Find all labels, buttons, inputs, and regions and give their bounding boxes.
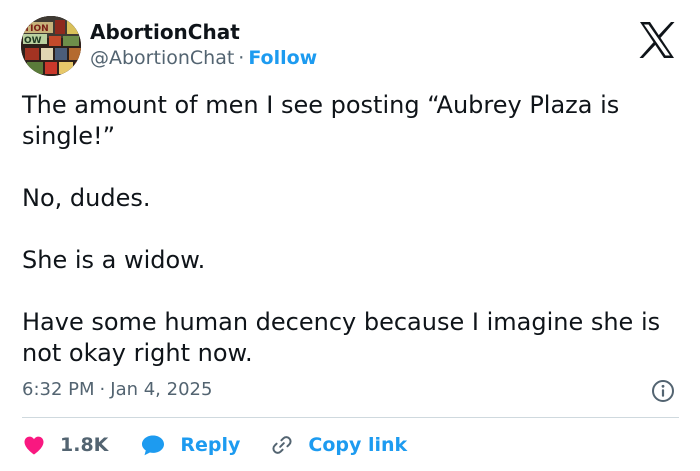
copy-link-label: Copy link xyxy=(308,434,408,456)
reply-button[interactable]: Reply xyxy=(140,433,240,457)
action-bar: 1.8K Reply Copy link xyxy=(22,430,407,460)
account-handle[interactable]: @AbortionChat xyxy=(90,47,234,69)
tweet-paragraph: She is a widow. xyxy=(22,246,206,274)
reply-label: Reply xyxy=(180,434,241,456)
timestamp[interactable]: 6:32 PM · Jan 4, 2025 xyxy=(22,379,212,400)
tweet-embed-card: TION OW AbortionChat @AbortionChat · Follo… xyxy=(0,0,700,471)
account-name[interactable]: AbortionChat xyxy=(90,20,240,44)
like-button[interactable]: 1.8K xyxy=(22,433,108,457)
info-icon[interactable] xyxy=(651,379,675,403)
avatar-text-top: TION xyxy=(24,24,49,34)
avatar[interactable]: TION OW xyxy=(21,16,81,76)
heart-icon xyxy=(22,433,60,457)
handle-line: @AbortionChat · Follow xyxy=(90,47,317,69)
avatar-text-bottom: OW xyxy=(24,36,42,46)
tweet-paragraph: No, dudes. xyxy=(22,184,151,212)
link-icon xyxy=(270,433,308,457)
x-logo-icon[interactable] xyxy=(635,18,679,62)
divider xyxy=(22,417,679,418)
tweet-text: The amount of men I see posting “Aubrey … xyxy=(22,90,682,369)
tweet-date: Jan 4, 2025 xyxy=(110,379,213,400)
handle-separator: · xyxy=(238,47,245,69)
speech-bubble-icon xyxy=(140,433,180,457)
tweet-paragraph: Have some human decency because I imagin… xyxy=(22,308,661,367)
likes-count: 1.8K xyxy=(60,434,109,456)
date-separator: · xyxy=(99,379,106,400)
tweet-time: 6:32 PM xyxy=(22,379,95,400)
follow-button[interactable]: Follow xyxy=(248,47,317,69)
copy-link-button[interactable]: Copy link xyxy=(270,433,407,457)
tweet-paragraph: The amount of men I see posting “Aubrey … xyxy=(22,91,620,150)
